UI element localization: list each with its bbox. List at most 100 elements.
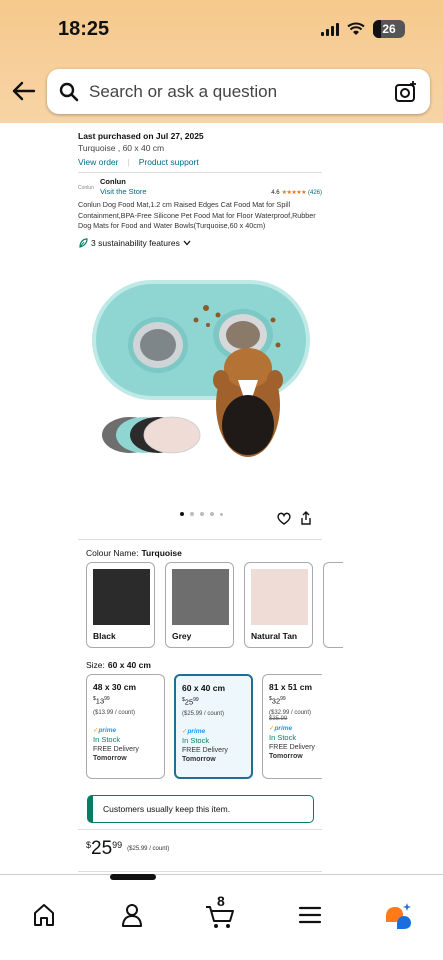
nav-menu[interactable] (294, 899, 326, 931)
colour-name: Colour Name: Turquoise (86, 548, 182, 558)
size-unit-price: ($32.99 / count) (269, 709, 312, 716)
sustainability-features[interactable]: 3 sustainability features (78, 238, 322, 248)
rating[interactable]: 4.6 ★★★★★ (426) (271, 189, 322, 197)
colour-option-label: Black (93, 631, 116, 641)
colour-option-black[interactable]: Black (86, 562, 155, 648)
bottom-nav: 8 (0, 874, 443, 960)
delivery-date: Tomorrow (182, 755, 216, 763)
size-price: $1399 (93, 696, 110, 706)
product-photo (92, 279, 310, 457)
divider (78, 871, 322, 872)
delivery-info: FREE Delivery (269, 743, 315, 751)
carousel-dots[interactable] (180, 512, 223, 516)
size-dimension: 81 x 51 cm (269, 682, 313, 692)
search-input[interactable]: Search or ask a question (89, 82, 394, 102)
size-price: $2599 (182, 697, 199, 707)
carousel-dot[interactable] (220, 512, 223, 516)
colour-swatch (93, 569, 150, 625)
brand-name: Conlun (100, 177, 126, 186)
colour-option-label: Grey (172, 631, 192, 641)
prime-label: prime (274, 724, 293, 732)
status-icons: 26 (321, 20, 405, 38)
price-fraction: 99 (112, 840, 123, 850)
colour-option-more[interactable] (323, 562, 343, 648)
carousel-dot[interactable] (210, 512, 214, 516)
prime-badge: ✓prime (182, 727, 206, 735)
size-unit-price: ($25.99 / count) (182, 710, 225, 717)
chevron-down-icon (183, 240, 191, 246)
divider (78, 829, 322, 830)
prime-badge: ✓prime (93, 726, 117, 734)
product-content: Last purchased on Jul 27, 2025 Turquoise… (78, 123, 322, 498)
person-icon (122, 904, 142, 927)
size-price-frac: 99 (104, 696, 110, 702)
prime-label: prime (187, 727, 206, 735)
signal-icon (321, 22, 339, 36)
stock-status: In Stock (182, 735, 210, 745)
divider (78, 539, 322, 540)
sustainability-label: 3 sustainability features (91, 237, 180, 248)
view-order-link[interactable]: View order (78, 157, 118, 167)
battery-level: 26 (382, 22, 396, 36)
purchased-variant: Turquoise , 60 x 40 cm (78, 143, 165, 153)
size-option-48x30[interactable]: 48 x 30 cm $1399 ($13.99 / count) ✓prime… (86, 674, 165, 779)
size-option-81x51[interactable]: 81 x 51 cm $3299 ($32.99 / count) $35.99… (262, 674, 322, 779)
nav-cart[interactable]: 8 (204, 893, 236, 931)
size-selected: 60 x 40 cm (107, 660, 151, 670)
menu-icon (298, 906, 322, 924)
size-dimension: 60 x 40 cm (182, 683, 226, 693)
size-option-60x40[interactable]: 60 x 40 cm $2599 ($25.99 / count) ✓prime… (174, 674, 253, 779)
star-rating-icon: ★★★★★ (281, 190, 307, 196)
carousel-dot[interactable] (190, 512, 194, 516)
cart-count: 8 (217, 893, 225, 909)
price-unit: ($25.99 / count) (127, 846, 170, 852)
divider (78, 172, 322, 173)
search-icon (59, 82, 79, 101)
colour-option-label: Natural Tan (251, 631, 298, 641)
size-price: $3299 (269, 696, 286, 706)
status-time: 18:25 (58, 18, 110, 40)
keep-item-notice: Customers usually keep this item. (87, 795, 314, 823)
size-unit-price: ($13.99 / count) (93, 709, 136, 716)
product-image[interactable] (78, 250, 322, 498)
home-indicator (110, 874, 156, 880)
back-arrow-icon[interactable] (10, 78, 36, 104)
visit-store-link[interactable]: Visit the Store (100, 187, 147, 196)
home-icon (34, 904, 54, 926)
carousel-dot[interactable] (200, 512, 204, 516)
rating-value: 4.6 (271, 189, 280, 196)
size-price-whole: 13 (95, 696, 105, 706)
header: 18:25 26 Search or ask a question (0, 0, 443, 123)
colour-option-natural-tan[interactable]: Natural Tan (244, 562, 313, 648)
was-price: $35.99 (269, 715, 288, 722)
stock-status: In Stock (93, 734, 121, 744)
size-dimension: 48 x 30 cm (93, 682, 137, 692)
nav-rufus[interactable] (382, 899, 414, 931)
carousel-dot[interactable] (180, 512, 184, 516)
camera-search-icon[interactable] (394, 80, 418, 104)
delivery-date: Tomorrow (93, 754, 127, 762)
size-name: Size: 60 x 40 cm (86, 660, 151, 670)
prime-label: prime (98, 726, 117, 734)
search-bar[interactable]: Search or ask a question (47, 69, 430, 114)
delivery-info: FREE Delivery (182, 746, 228, 754)
colour-option-grey[interactable]: Grey (165, 562, 234, 648)
nav-account[interactable] (116, 899, 148, 931)
colour-options: Black Grey Natural Tan (86, 562, 343, 648)
leaf-icon (79, 238, 88, 248)
link-divider: | (127, 157, 130, 167)
brand-logo[interactable]: Conlun (78, 185, 100, 191)
heart-icon[interactable] (277, 512, 291, 525)
colour-label: Colour Name: (86, 548, 139, 558)
review-count[interactable]: (426) (308, 190, 322, 196)
colour-selected: Turquoise (141, 548, 182, 558)
last-purchased: Last purchased on Jul 27, 2025 (78, 131, 204, 141)
nav-home[interactable] (28, 899, 60, 931)
size-price-frac: 99 (280, 696, 286, 702)
price-whole: 25 (91, 838, 113, 859)
share-icon[interactable] (300, 511, 312, 525)
size-price-frac: 99 (193, 697, 199, 703)
colour-swatch (251, 569, 308, 625)
product-title: Conlun Dog Food Mat,1.2 cm Raised Edges … (78, 200, 316, 231)
product-support-link[interactable]: Product support (139, 157, 199, 167)
